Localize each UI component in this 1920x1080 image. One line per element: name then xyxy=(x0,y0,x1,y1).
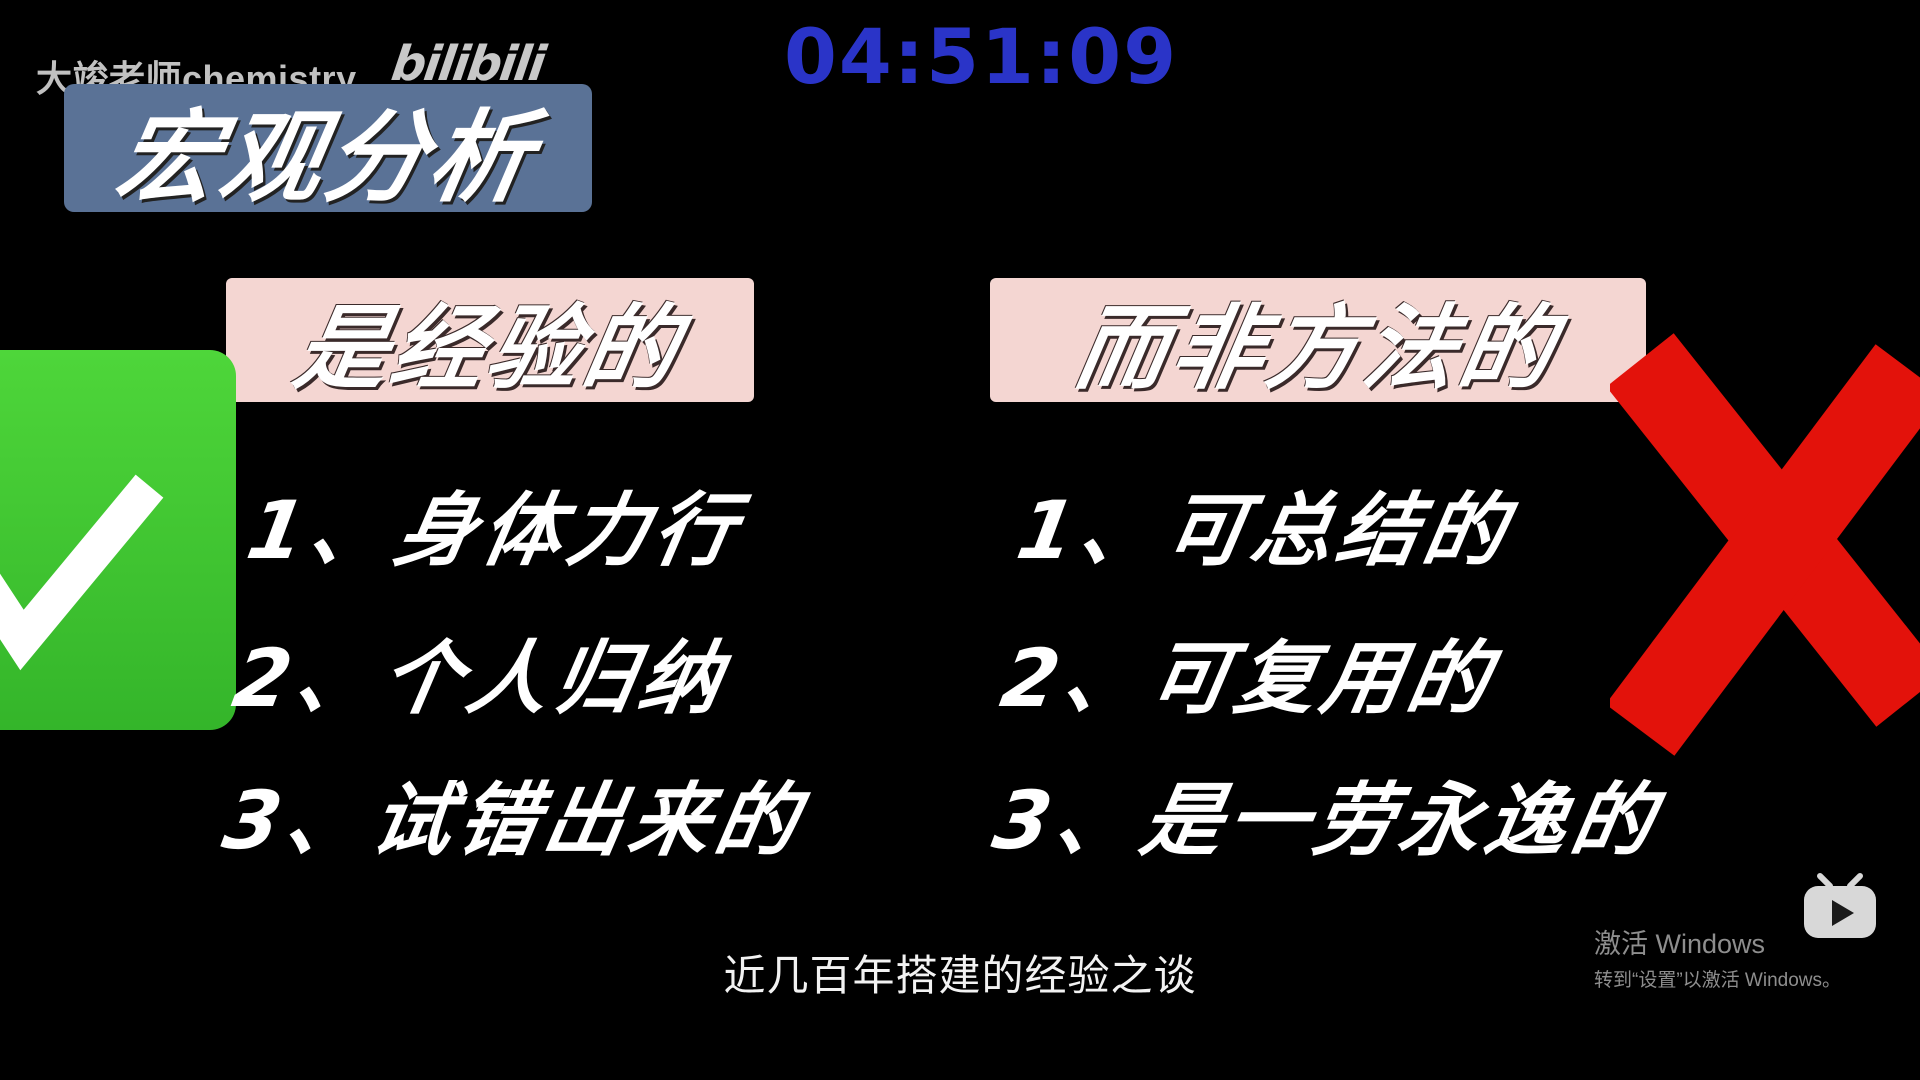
cross-icon xyxy=(1610,333,1920,756)
elapsed-timer: 04:51:09 xyxy=(784,12,1179,101)
left-item-1: 1、身体力行 xyxy=(240,484,749,577)
green-check-panel xyxy=(0,350,236,730)
section-title: 宏观分析 xyxy=(108,98,545,216)
section-badge: 宏观分析 xyxy=(64,84,592,216)
activation-subtitle: 转到“设置”以激活 Windows。 xyxy=(1594,970,1842,991)
experience-tag-label: 是经验的 xyxy=(287,294,691,402)
right-item-1: 1、可总结的 xyxy=(1010,484,1519,577)
checkmark-icon xyxy=(0,474,164,671)
right-item-2: 2、可复用的 xyxy=(994,632,1503,725)
experience-tag: 是经验的 xyxy=(226,278,754,402)
method-tag-label: 而非方法的 xyxy=(1067,294,1567,402)
left-item-2: 2、个人归纳 xyxy=(226,632,735,725)
bilibili-play-icon[interactable] xyxy=(1800,872,1880,942)
method-tag: 而非方法的 xyxy=(990,278,1646,402)
left-item-3: 3、试错出来的 xyxy=(216,774,811,867)
right-item-3: 3、是一劳永逸的 xyxy=(986,774,1667,867)
